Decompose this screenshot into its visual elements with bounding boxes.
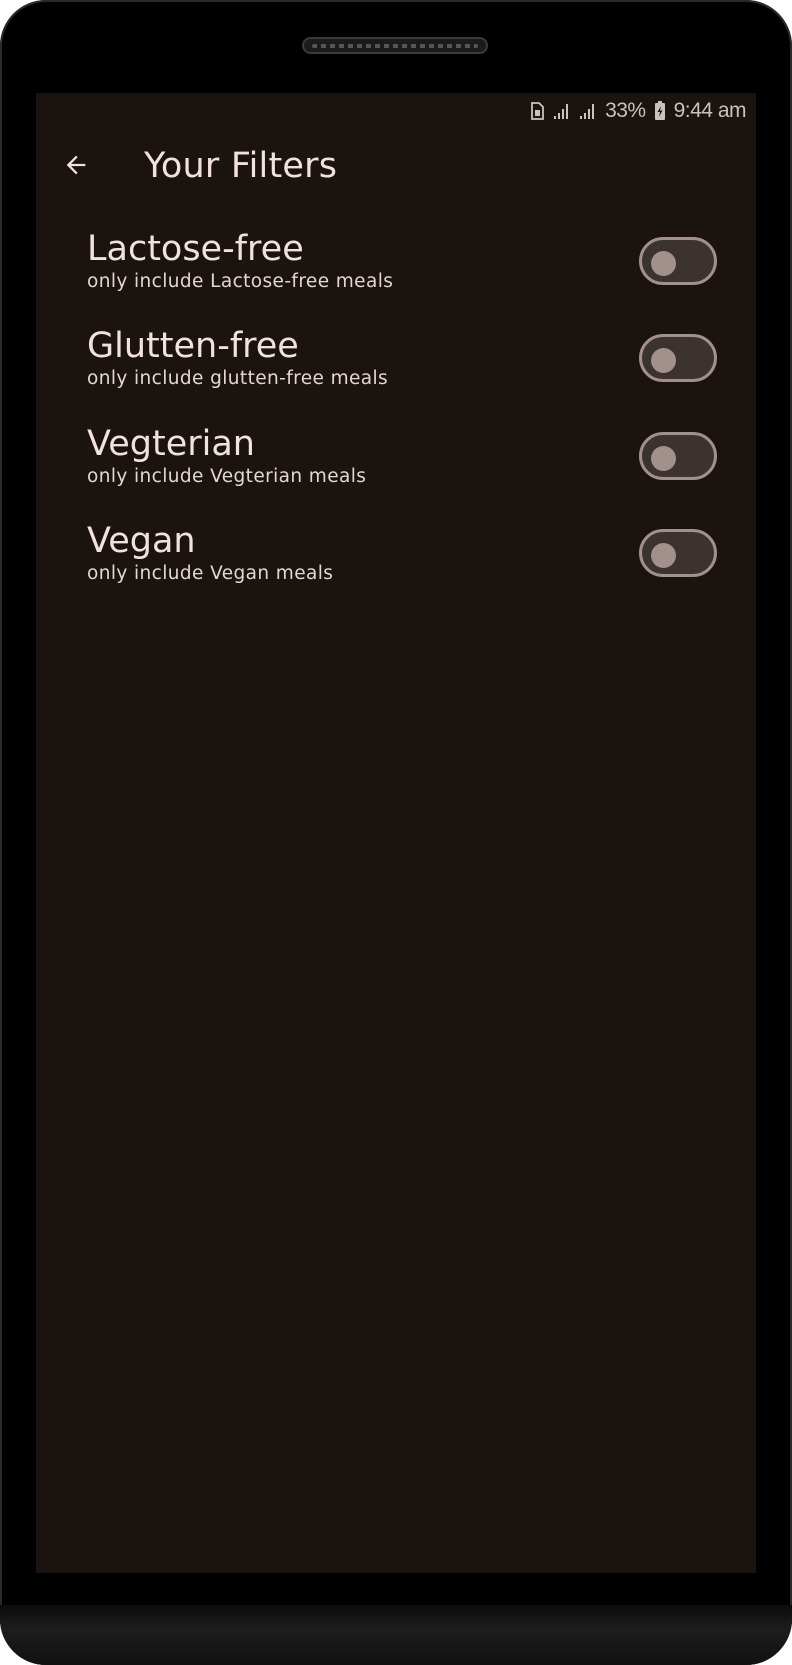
glutten-free-switch[interactable] (639, 334, 717, 382)
switch-thumb (651, 543, 676, 568)
phone-frame: 33% 9:44 am Your Filters Lactose-free on… (0, 0, 792, 1665)
sim-card-icon (529, 102, 545, 120)
signal-icon (579, 102, 597, 120)
filter-title: Glutten-free (87, 326, 299, 366)
filter-subtitle: only include Vegterian meals (87, 466, 367, 487)
app-screen: 33% 9:44 am Your Filters Lactose-free on… (36, 93, 756, 1573)
filter-subtitle: only include Lactose-free meals (87, 271, 394, 292)
switch-thumb (651, 348, 676, 373)
earpiece-speaker (302, 37, 488, 54)
battery-percent: 33% (605, 99, 646, 122)
page-title: Your Filters (144, 146, 338, 186)
arrow-left-icon (62, 151, 90, 183)
vegan-switch[interactable] (639, 529, 717, 577)
filter-item-vegan[interactable]: Vegan only include Vegan meals (36, 519, 756, 611)
app-bar: Your Filters (36, 129, 756, 207)
bottom-bezel (0, 1605, 792, 1665)
filter-item-lactose-free[interactable]: Lactose-free only include Lactose-free m… (36, 227, 756, 319)
signal-icon (553, 102, 571, 120)
vegterian-switch[interactable] (639, 432, 717, 480)
filter-title: Vegan (87, 521, 196, 561)
filter-subtitle: only include glutten-free meals (87, 368, 389, 389)
filter-subtitle: only include Vegan meals (87, 563, 334, 584)
filter-item-vegterian[interactable]: Vegterian only include Vegterian meals (36, 422, 756, 514)
back-button[interactable] (50, 141, 102, 193)
lactose-free-switch[interactable] (639, 237, 717, 285)
filter-title: Vegterian (87, 424, 255, 464)
battery-charging-icon (654, 101, 666, 121)
clock: 9:44 am (673, 99, 747, 122)
switch-thumb (651, 446, 676, 471)
filter-item-glutten-free[interactable]: Glutten-free only include glutten-free m… (36, 324, 756, 416)
status-bar: 33% 9:44 am (36, 93, 756, 129)
filter-title: Lactose-free (87, 229, 304, 269)
switch-thumb (651, 251, 676, 276)
